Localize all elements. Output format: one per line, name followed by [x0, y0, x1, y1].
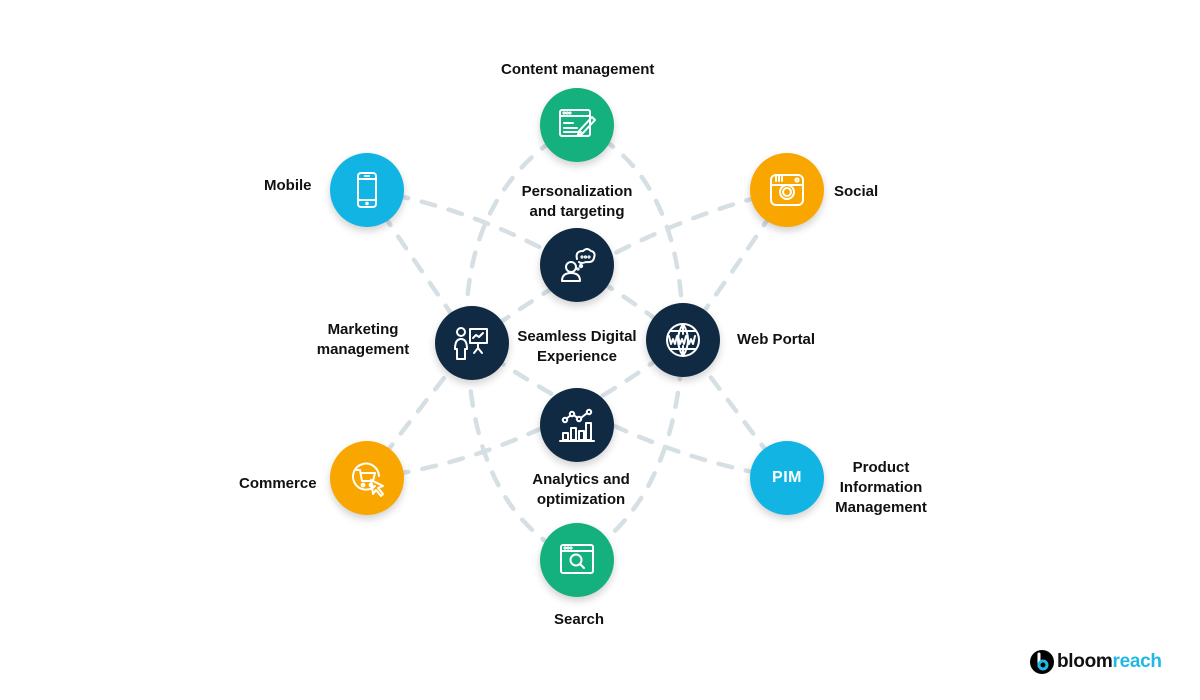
label-analytics-line2: optimization — [536, 491, 626, 508]
smartphone-icon — [357, 172, 377, 208]
node-analytics[interactable] — [540, 388, 614, 462]
label-analytics-line1: Analytics and — [532, 471, 630, 488]
content-edit-icon — [559, 109, 596, 137]
node-content-management[interactable] — [540, 88, 614, 162]
label-personalization-line1: Personalization — [521, 183, 633, 200]
logo-text-reach: reach — [1112, 651, 1163, 672]
label-content-management: Content management — [501, 61, 655, 78]
center-title-line2: Experience — [536, 348, 618, 365]
node-personalization[interactable] — [540, 228, 614, 302]
analytics-chart-icon — [559, 408, 595, 442]
label-marketing-line1: Marketing — [327, 321, 399, 338]
label-mobile: Mobile — [264, 177, 312, 194]
node-mobile[interactable] — [330, 153, 404, 227]
node-marketing[interactable] — [435, 306, 509, 380]
node-web-portal[interactable] — [646, 303, 720, 377]
label-web-portal: Web Portal — [737, 331, 816, 348]
www-globe-icon — [666, 323, 700, 357]
center-title: Seamless Digital Experience — [507, 327, 647, 367]
pim-icon-text: PIM — [772, 469, 802, 486]
node-social[interactable] — [750, 153, 824, 227]
label-pim-line1: Product — [852, 459, 910, 476]
bloomreach-logo-mark-icon — [1030, 650, 1054, 674]
label-marketing-line2: management — [316, 341, 410, 358]
node-search[interactable] — [540, 523, 614, 597]
label-pim-line2: Information — [839, 479, 923, 496]
label-search: Search — [554, 611, 605, 628]
label-commerce: Commerce — [239, 475, 317, 492]
label-pim: Product Information Management — [831, 458, 931, 518]
logo-text-bloom: bloom — [1057, 651, 1113, 672]
label-marketing: Marketing management — [313, 320, 413, 360]
label-personalization: Personalization and targeting — [512, 182, 642, 222]
node-pim[interactable]: PIM — [750, 441, 824, 515]
search-window-icon — [560, 544, 594, 574]
camera-icon — [770, 174, 804, 206]
label-social: Social — [834, 183, 879, 200]
cart-click-icon — [352, 462, 384, 497]
label-analytics: Analytics and optimization — [516, 470, 646, 510]
presenter-chart-icon — [454, 327, 488, 360]
label-pim-line3: Management — [835, 499, 927, 516]
label-personalization-line2: and targeting — [529, 203, 625, 220]
center-title-line1: Seamless Digital — [517, 328, 637, 345]
bloomreach-logo: bloom reach — [1030, 650, 1162, 674]
person-thought-icon — [561, 248, 596, 282]
node-commerce[interactable] — [330, 441, 404, 515]
